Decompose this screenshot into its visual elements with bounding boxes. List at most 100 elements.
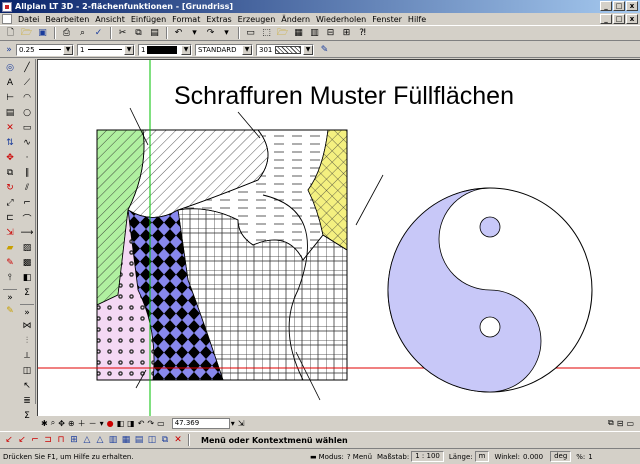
color-combo[interactable]: 1 ▼: [138, 43, 192, 56]
menu-aendern[interactable]: Ändern: [278, 15, 313, 24]
window-list-icon[interactable]: ▭: [626, 419, 634, 428]
sum-icon[interactable]: Σ: [20, 286, 34, 300]
expand-section2-icon[interactable]: »: [20, 304, 34, 318]
hatch-square[interactable]: [97, 130, 347, 380]
window-cascade-icon[interactable]: ⧉: [608, 418, 614, 428]
zoom-icon[interactable]: ⌕: [51, 418, 55, 428]
open-folder-icon[interactable]: 🗁: [19, 26, 34, 40]
mirror-icon[interactable]: ⇅: [3, 136, 17, 150]
drawing-canvas[interactable]: Schraffuren Muster Füllflächen: [37, 59, 640, 416]
dimension-icon[interactable]: ⊢: [3, 91, 17, 105]
zoom-out-icon[interactable]: －: [89, 418, 97, 429]
coordinate-field[interactable]: 47.369: [171, 417, 230, 429]
beam-icon[interactable]: ⌐: [29, 434, 41, 447]
menu-format[interactable]: Format: [169, 15, 203, 24]
chevron-down-icon[interactable]: ▼: [242, 44, 252, 55]
point-icon[interactable]: ·: [20, 151, 34, 165]
pan-icon[interactable]: ✥: [58, 419, 65, 428]
menu-hilfe[interactable]: Hilfe: [405, 15, 429, 24]
slab-icon[interactable]: △: [81, 434, 93, 447]
extend-icon[interactable]: ⟶: [20, 226, 34, 240]
rectangle-icon[interactable]: ▭: [20, 121, 34, 135]
menu-erzeugen[interactable]: Erzeugen: [235, 15, 279, 24]
offset-icon[interactable]: ⫽: [20, 181, 34, 195]
redo-dropdown-icon[interactable]: ▾: [219, 26, 234, 40]
pattern-icon[interactable]: ▩: [20, 256, 34, 270]
coordinate-dropdown-icon[interactable]: ▾: [231, 419, 235, 428]
hatch-icon[interactable]: ▨: [20, 241, 34, 255]
yin-yang-symbol[interactable]: [387, 187, 593, 393]
window-element-icon[interactable]: ⊞: [68, 434, 80, 447]
pen-thickness-combo[interactable]: 0.25 ▼: [16, 43, 74, 56]
fileset-icon[interactable]: ▦: [291, 26, 306, 40]
room-icon[interactable]: ▦: [120, 434, 132, 447]
menu-ansicht[interactable]: Ansicht: [92, 15, 128, 24]
angle-unit-value[interactable]: deg: [550, 451, 572, 462]
save-icon[interactable]: ▣: [35, 26, 50, 40]
menu-bearbeiten[interactable]: Bearbeiten: [42, 15, 92, 24]
spellcheck-icon[interactable]: ✓: [91, 26, 106, 40]
roof-icon[interactable]: △: [94, 434, 106, 447]
next-view-icon[interactable]: ↷: [147, 419, 154, 428]
elevation-icon[interactable]: ◫: [146, 434, 158, 447]
parallel-icon[interactable]: ∥: [20, 166, 34, 180]
fill-icon[interactable]: ◧: [20, 271, 34, 285]
rotate-icon[interactable]: ↻: [3, 181, 17, 195]
delete-icon[interactable]: ✕: [3, 121, 17, 135]
line-type-combo[interactable]: 1 ▼: [77, 43, 135, 56]
measure-icon[interactable]: ⟂: [20, 349, 34, 363]
spline-icon[interactable]: ∿: [20, 136, 34, 150]
previous-view-icon[interactable]: ↶: [138, 419, 145, 428]
section-icon[interactable]: ⧉: [159, 434, 171, 447]
match-icon[interactable]: ⫯: [3, 271, 17, 285]
copy-objects-icon[interactable]: ⧉: [3, 166, 17, 180]
mdi-close-button[interactable]: x: [626, 14, 638, 24]
door-icon[interactable]: ⊓: [55, 434, 67, 447]
menu-extras[interactable]: Extras: [203, 15, 234, 24]
chevron-down-icon[interactable]: ▼: [124, 44, 134, 55]
split-icon[interactable]: ⫶: [20, 334, 34, 348]
circle-icon[interactable]: ○: [20, 106, 34, 120]
expand-section-icon[interactable]: »: [3, 289, 17, 303]
chevron-down-icon[interactable]: ▼: [303, 44, 313, 55]
cancel-element-icon[interactable]: ✕: [172, 434, 184, 447]
redo-icon[interactable]: ↷: [203, 26, 218, 40]
mdi-restore-button[interactable]: □: [613, 14, 625, 24]
view-right-icon[interactable]: ◨: [127, 419, 135, 428]
minimize-button[interactable]: _: [600, 1, 612, 11]
zoom-in-icon[interactable]: ＋: [78, 418, 86, 429]
window-tile-icon[interactable]: ⊟: [617, 419, 624, 428]
copy-icon[interactable]: ⧉: [131, 26, 146, 40]
paint-icon[interactable]: ▰: [3, 241, 17, 255]
cut-icon[interactable]: ✂: [115, 26, 130, 40]
fillet-icon[interactable]: ⌒: [20, 211, 34, 225]
redraw-icon[interactable]: ●: [107, 419, 114, 428]
join-icon[interactable]: ⋈: [20, 319, 34, 333]
document-icon[interactable]: [2, 14, 12, 24]
undo-icon[interactable]: ↶: [171, 26, 186, 40]
area-icon[interactable]: ◫: [20, 364, 34, 378]
close-button[interactable]: x: [626, 1, 638, 11]
sum2-icon[interactable]: Σ: [20, 409, 34, 423]
zoom-window-icon[interactable]: ⊕: [68, 419, 75, 428]
layer-icon[interactable]: ▭: [243, 26, 258, 40]
print-preview-icon[interactable]: ⌕: [75, 26, 90, 40]
layer-combo[interactable]: STANDARD ▼: [195, 43, 253, 56]
column-icon[interactable]: ↙: [16, 434, 28, 447]
modify-icon[interactable]: ✎: [3, 256, 17, 270]
pick-icon[interactable]: ⇲: [238, 419, 245, 428]
scale-icon[interactable]: ⤢: [3, 196, 17, 210]
chamfer-icon[interactable]: ⌐: [20, 196, 34, 210]
stretch-icon[interactable]: ⇲: [3, 226, 17, 240]
fit-view-icon[interactable]: ✱: [41, 419, 48, 428]
arc-icon[interactable]: ◠: [20, 91, 34, 105]
scale-value[interactable]: 1 : 100: [411, 451, 444, 462]
length-unit-value[interactable]: m: [474, 451, 490, 462]
arrow-down-icon[interactable]: ▾: [100, 419, 104, 428]
format-properties-icon[interactable]: ✎: [317, 43, 332, 57]
wall-icon[interactable]: ↙: [3, 434, 15, 447]
view-left-icon[interactable]: ◧: [117, 419, 125, 428]
select-icon[interactable]: ⬚: [259, 26, 274, 40]
storey-icon[interactable]: ▤: [133, 434, 145, 447]
format-painter-icon[interactable]: ✎: [3, 304, 17, 318]
